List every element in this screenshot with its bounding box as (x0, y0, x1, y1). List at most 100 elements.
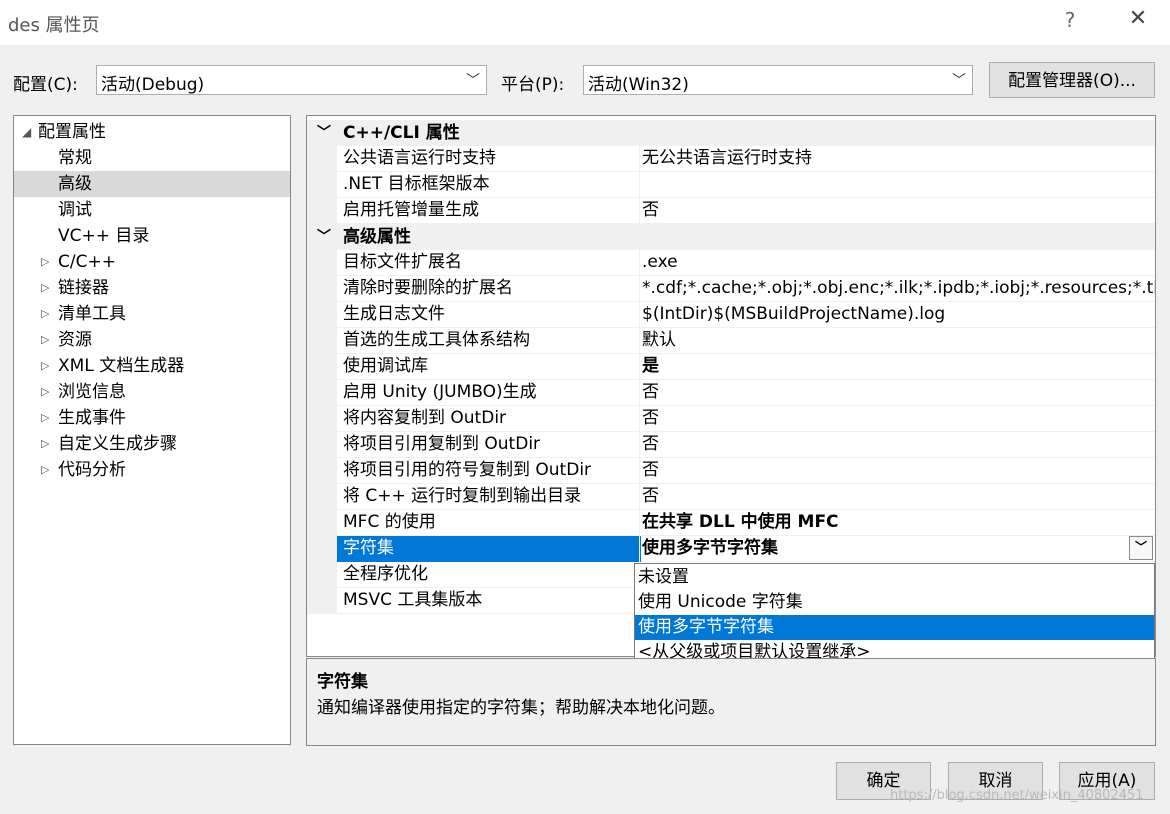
row-gutter (307, 328, 337, 354)
tree-item[interactable]: 调试 (14, 197, 290, 223)
property-row[interactable]: 字符集 使用多字节字符集 ﹀ (307, 536, 1155, 562)
property-row[interactable]: 使用调试库 是 (307, 354, 1155, 380)
collapse-icon[interactable]: ﹀ (317, 224, 331, 250)
config-label: 配置(C): (13, 75, 78, 95)
watermark: https://blog.csdn.net/weixin_40802451 (890, 788, 1144, 803)
row-gutter (307, 172, 337, 198)
expand-icon[interactable]: ▷ (41, 405, 49, 431)
property-row[interactable]: 目标文件扩展名 .exe (307, 250, 1155, 276)
property-name: 将项目引用的符号复制到 OutDir (343, 460, 592, 480)
row-gutter (307, 146, 337, 172)
property-row[interactable]: MFC 的使用 在共享 DLL 中使用 MFC (307, 510, 1155, 536)
property-row[interactable]: 公共语言运行时支持 无公共语言运行时支持 (307, 146, 1155, 172)
property-value-cell[interactable]: 使用多字节字符集 ﹀ (639, 536, 1155, 562)
property-row[interactable]: 将项目引用的符号复制到 OutDir 否 (307, 458, 1155, 484)
expand-icon[interactable]: ▷ (41, 353, 49, 379)
description-text: 通知编译器使用指定的字符集；帮助解决本地化问题。 (317, 698, 725, 718)
collapse-icon[interactable]: ﹀ (317, 120, 331, 146)
tree-item[interactable]: VC++ 目录 (14, 223, 290, 249)
tree-item[interactable]: ▷ 链接器 (14, 275, 290, 301)
row-gutter (307, 354, 337, 380)
grid-category[interactable]: ﹀ 高级属性 (307, 224, 1155, 250)
property-tree[interactable]: ◢ 配置属性 常规 高级 调试 VC++ 目录 ▷ C/C++ ▷ 链接器 ▷ 清单工具 ▷ 资源 ▷ X… (13, 115, 291, 745)
property-value: 是 (639, 354, 1155, 380)
property-value: *.cdf;*.cache;*.obj;*.obj.enc;*.ilk;*.ip… (639, 276, 1155, 302)
tree-item[interactable]: 常规 (14, 145, 290, 171)
property-value: 否 (639, 198, 1155, 224)
dropdown-option[interactable]: 未设置 (635, 565, 1154, 590)
tree-item-label: 自定义生成步骤 (58, 434, 177, 454)
property-row[interactable]: .NET 目标框架版本 (307, 172, 1155, 198)
tree-root[interactable]: ◢ 配置属性 (14, 119, 290, 145)
property-value: 否 (639, 432, 1155, 458)
config-combobox[interactable]: 活动(Debug) ﹀ (96, 65, 487, 95)
row-gutter (307, 510, 337, 536)
property-value: 否 (639, 380, 1155, 406)
property-name: 生成日志文件 (343, 304, 445, 324)
chevron-down-icon[interactable]: ﹀ (1129, 536, 1153, 560)
property-name: 将项目引用复制到 OutDir (343, 434, 541, 454)
property-name: 字符集 (337, 536, 641, 562)
tree-item[interactable]: ▷ 自定义生成步骤 (14, 431, 290, 457)
property-name: 启用 Unity (JUMBO)生成 (343, 382, 537, 402)
description-title: 字符集 (317, 672, 368, 692)
row-gutter (307, 562, 337, 588)
property-row[interactable]: 将 C++ 运行时复制到输出目录 否 (307, 484, 1155, 510)
expand-icon[interactable]: ▷ (41, 275, 49, 301)
help-icon[interactable]: ? (1060, 8, 1080, 32)
property-row[interactable]: 启用托管增量生成 否 (307, 198, 1155, 224)
tree-item[interactable]: ▷ C/C++ (14, 249, 290, 275)
property-row[interactable]: 将项目引用复制到 OutDir 否 (307, 432, 1155, 458)
tree-item[interactable]: ▷ 清单工具 (14, 301, 290, 327)
property-row[interactable]: 启用 Unity (JUMBO)生成 否 (307, 380, 1155, 406)
tree-item-label: 链接器 (58, 278, 109, 298)
row-gutter (307, 536, 337, 562)
grid-category-title: 高级属性 (343, 227, 411, 247)
dropdown-option[interactable]: 使用多字节字符集 (635, 615, 1154, 640)
grid-category[interactable]: ﹀ C++/CLI 属性 (307, 120, 1155, 146)
property-value: 否 (639, 484, 1155, 510)
property-row[interactable]: 生成日志文件 $(IntDir)$(MSBuildProjectName).log (307, 302, 1155, 328)
close-icon[interactable]: ✕ (1124, 6, 1152, 31)
property-row[interactable]: 清除时要删除的扩展名 *.cdf;*.cache;*.obj;*.obj.enc;… (307, 276, 1155, 302)
row-gutter (307, 458, 337, 484)
row-gutter (307, 302, 337, 328)
property-value (639, 172, 1155, 198)
tree-item[interactable]: ▷ 浏览信息 (14, 379, 290, 405)
property-name: MSVC 工具集版本 (343, 590, 483, 610)
platform-combobox[interactable]: 活动(Win32) ﹀ (583, 65, 973, 95)
collapse-icon[interactable]: ◢ (22, 119, 31, 145)
property-value: 无公共语言运行时支持 (639, 146, 1155, 172)
row-gutter (307, 276, 337, 302)
charset-dropdown-list[interactable]: 未设置 使用 Unicode 字符集 使用多字节字符集 <从父级或项目默认设置继承> (634, 563, 1155, 669)
property-name: 全程序优化 (343, 564, 428, 584)
config-value: 活动(Debug) (101, 75, 205, 95)
chevron-down-icon: ﹀ (952, 73, 966, 89)
row-gutter (307, 588, 337, 614)
tree-item-label: 常规 (58, 148, 92, 168)
property-row[interactable]: 首选的生成工具体系结构 默认 (307, 328, 1155, 354)
tree-item[interactable]: ▷ 资源 (14, 327, 290, 353)
tree-item[interactable]: 高级 (14, 171, 290, 197)
property-row[interactable]: 将内容复制到 OutDir 否 (307, 406, 1155, 432)
property-value: $(IntDir)$(MSBuildProjectName).log (639, 302, 1155, 328)
tree-root-label: 配置属性 (38, 122, 106, 142)
tree-item[interactable]: ▷ 生成事件 (14, 405, 290, 431)
expand-icon[interactable]: ▷ (41, 327, 49, 353)
expand-icon[interactable]: ▷ (41, 431, 49, 457)
expand-icon[interactable]: ▷ (41, 379, 49, 405)
tree-item[interactable]: ▷ XML 文档生成器 (14, 353, 290, 379)
title-bar (0, 0, 1170, 45)
tree-item-label: 清单工具 (58, 304, 126, 324)
dropdown-option[interactable]: 使用 Unicode 字符集 (635, 590, 1154, 615)
tree-item[interactable]: ▷ 代码分析 (14, 457, 290, 483)
property-value[interactable]: 使用多字节字符集 (640, 536, 1120, 562)
row-gutter (307, 432, 337, 458)
configuration-manager-button[interactable]: 配置管理器(O)... (989, 62, 1155, 98)
property-value: 否 (639, 406, 1155, 432)
property-name: 首选的生成工具体系结构 (343, 330, 530, 350)
expand-icon[interactable]: ▷ (41, 249, 49, 275)
property-name: .NET 目标框架版本 (343, 174, 490, 194)
expand-icon[interactable]: ▷ (41, 301, 49, 327)
expand-icon[interactable]: ▷ (41, 457, 49, 483)
